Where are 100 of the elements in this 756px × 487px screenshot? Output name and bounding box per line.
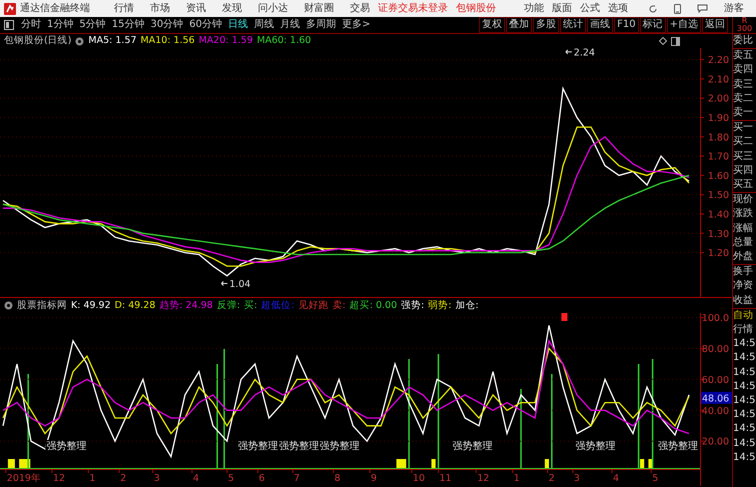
menu-item[interactable]: 问小达 <box>250 2 296 14</box>
legend-value: 超买: 0.00 <box>350 300 397 312</box>
menu-item[interactable]: 行情 <box>106 2 142 14</box>
message-icon[interactable] <box>697 4 708 13</box>
date-label: 2 <box>120 473 126 484</box>
signal-bar <box>396 459 406 469</box>
signal-bar <box>431 459 436 469</box>
legend-value: MA20: 1.59 <box>198 35 253 47</box>
tool-button[interactable]: 统计 <box>560 17 586 33</box>
quote-label: 卖三 <box>733 78 754 92</box>
axis-label: 1.70 <box>708 152 729 163</box>
logo-icon <box>4 2 16 14</box>
period-tab[interactable]: 分时 <box>18 17 44 33</box>
chart-title: 包钢股份(日线) <box>4 35 72 47</box>
axis-label: 1.50 <box>708 190 729 202</box>
panel-icon[interactable] <box>671 36 680 46</box>
mode-label[interactable]: 自动 <box>733 308 756 324</box>
legend-value: 反弹: <box>216 300 240 312</box>
date-label: 12 <box>53 473 66 484</box>
refresh-icon[interactable] <box>648 4 658 14</box>
menu-item[interactable]: 财富圈 <box>296 2 342 14</box>
annotation: 2.24 <box>574 47 595 58</box>
quote-label: 买二 <box>733 135 754 150</box>
period-tab[interactable]: 60分钟 <box>186 17 225 33</box>
date-label: 12 <box>477 473 490 484</box>
chart-title: 股票指标网 <box>17 300 67 312</box>
tool-button[interactable]: F10 <box>614 17 639 33</box>
tool-button[interactable]: 标记 <box>640 17 666 33</box>
period-tab[interactable]: 更多> <box>338 17 374 33</box>
time-label: 14:5 <box>733 436 756 451</box>
date-label: 9 <box>370 473 377 484</box>
quote-label: 卖四 <box>733 63 754 78</box>
period-tab[interactable]: 15分钟 <box>108 17 148 33</box>
axis-label: 80.00 <box>702 344 729 356</box>
chart-label: 强势整理 <box>46 440 86 452</box>
status-text[interactable]: 包钢股份 <box>456 2 496 14</box>
time-label: 14:5 <box>733 408 756 422</box>
signal-bar <box>544 459 549 469</box>
menu-item[interactable]: 资讯 <box>178 2 214 14</box>
chart-label: 强势整理 <box>319 440 360 452</box>
peak-marker <box>561 313 568 321</box>
legend-value: 买: <box>244 300 258 312</box>
date-label: 4 <box>613 473 620 484</box>
menu-item[interactable]: 交易 <box>342 2 378 14</box>
quote-label: 换手 <box>733 265 754 280</box>
date-label: 5 <box>228 473 234 484</box>
period-tab[interactable]: 30分钟 <box>147 17 186 33</box>
date-label: 1 <box>514 473 520 484</box>
user-label[interactable]: 游客 <box>724 2 744 14</box>
menu-item[interactable]: 市场 <box>142 2 178 14</box>
phone-icon[interactable] <box>674 4 681 14</box>
period-tab[interactable]: 周线 <box>250 17 277 33</box>
axis-label: 1.90 <box>708 113 729 124</box>
menu-item[interactable]: 公式 <box>576 2 604 14</box>
date-label: 10 <box>412 473 425 484</box>
date-label: 6 <box>258 473 265 484</box>
chart-label: 强势整理 <box>452 440 492 452</box>
quote-label: 委比 <box>733 34 754 48</box>
period-tab[interactable]: 多周期 <box>302 17 339 33</box>
current-value-tag: 48.06 <box>701 392 732 404</box>
legend-value: 趋势: 24.98 <box>159 300 213 312</box>
axis-label: 2.20 <box>708 55 729 66</box>
period-tab[interactable]: 日线 <box>224 17 251 33</box>
signal-bar <box>648 459 653 469</box>
axis-label: 1.60 <box>708 170 729 182</box>
period-tab[interactable]: 5分钟 <box>76 17 109 33</box>
chart-label: 强势整理 <box>238 440 278 452</box>
tool-button[interactable]: 复权 <box>479 17 506 33</box>
period-tab[interactable]: 1分钟 <box>44 17 76 33</box>
date-label: 3 <box>154 473 160 484</box>
quote-label: 买三 <box>733 150 754 164</box>
time-label: 14:5 <box>733 450 756 465</box>
menu-item[interactable]: 发现 <box>214 2 250 14</box>
date-label: 8 <box>334 473 340 484</box>
time-label: 14:5 <box>733 351 756 366</box>
tool-button[interactable]: 多股 <box>533 17 560 33</box>
menu-item[interactable]: 功能 <box>520 2 548 14</box>
quote-label: 卖五 <box>733 49 754 64</box>
settings-icon[interactable] <box>4 301 13 310</box>
quote-label: 外盘 <box>733 250 754 264</box>
axis-label: 100.0 <box>702 313 729 324</box>
legend-value: 弱势: <box>428 300 452 312</box>
menu-item[interactable]: 版面 <box>548 2 576 14</box>
date-label: 7 <box>294 473 300 484</box>
axis-label: 2.10 <box>708 74 729 86</box>
legend-value: D: 49.28 <box>114 300 156 312</box>
tool-button[interactable]: 返回 <box>702 17 728 33</box>
tool-button[interactable]: 叠加 <box>506 17 532 33</box>
tool-button[interactable]: +自选 <box>666 17 701 33</box>
menu-item[interactable]: 选项 <box>604 2 632 14</box>
diamond-icon[interactable] <box>659 36 667 44</box>
tool-button[interactable]: 画线 <box>587 17 614 33</box>
panel-toggle-icon[interactable] <box>4 20 14 30</box>
quote-label: 净资 <box>733 279 754 294</box>
period-tab[interactable]: 月线 <box>276 17 303 33</box>
status-text[interactable]: 证券交易未登录 <box>378 2 448 14</box>
settings-icon[interactable] <box>75 36 84 46</box>
axis-label: 20.00 <box>702 436 729 448</box>
quote-label: 涨跌 <box>733 207 754 222</box>
quote-label: 总量 <box>733 236 754 250</box>
